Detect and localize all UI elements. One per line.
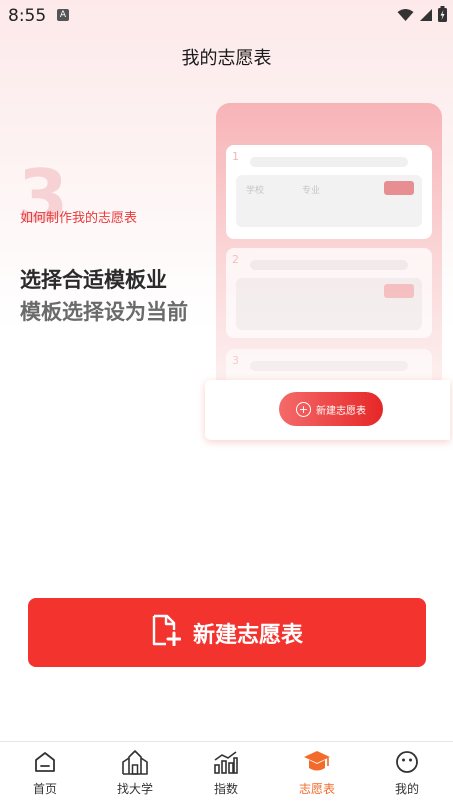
illustration-school-label: 学校 <box>246 186 265 196</box>
section-title: 如何制作我的志愿表 <box>20 211 138 226</box>
status-bar: 8:55 A <box>0 0 453 32</box>
wifi-icon <box>397 7 414 26</box>
illustration-placeholder-bar <box>250 260 408 270</box>
headline-line-1: 选择合适模板业 <box>20 268 167 292</box>
tab-wishlist[interactable]: 志愿表 <box>272 748 362 797</box>
illustration-row <box>236 278 422 330</box>
illustration-placeholder-bar <box>250 157 408 167</box>
page-title: 我的志愿表 <box>181 48 272 69</box>
chart-icon <box>181 748 271 776</box>
smiley-icon <box>362 748 452 776</box>
status-time: 8:55 <box>8 6 47 26</box>
illustration-card: 2 <box>226 248 432 338</box>
tab-find-university-label: 找大学 <box>116 782 153 796</box>
plus-circle-icon: + <box>296 401 311 417</box>
tab-index[interactable]: 指数 <box>181 748 271 797</box>
status-icons <box>397 6 447 26</box>
new-document-icon <box>151 614 182 652</box>
illustration-bottom-panel: + 新建志愿表 <box>205 380 450 440</box>
tab-mine-label: 我的 <box>394 782 419 796</box>
illustration-tag <box>384 284 414 298</box>
tab-wishlist-label: 志愿表 <box>298 782 335 796</box>
tab-mine[interactable]: 我的 <box>362 748 452 797</box>
illustration-row-number: 1 <box>232 150 239 163</box>
illustration-card: 1 学校 专业 <box>226 145 432 239</box>
notification-icon: A <box>57 9 69 21</box>
illustration-card: 3 <box>226 349 432 383</box>
illustration-new-button: + 新建志愿表 <box>279 392 383 426</box>
battery-icon <box>438 6 447 26</box>
university-icon <box>90 748 180 776</box>
illustration-row-number: 3 <box>232 354 239 367</box>
wishlist-illustration: 1 学校 专业 2 3 <box>216 103 442 383</box>
home-icon <box>0 748 90 776</box>
bottom-nav: 首页 找大学 指数 志愿表 我的 <box>0 741 453 806</box>
illustration-new-button-label: 新建志愿表 <box>316 405 366 417</box>
tab-home[interactable]: 首页 <box>0 748 90 797</box>
illustration-row-number: 2 <box>232 253 239 266</box>
new-wishlist-button-label: 新建志愿表 <box>192 622 303 648</box>
graduation-cap-icon <box>272 748 362 776</box>
illustration-row: 学校 专业 <box>236 175 422 227</box>
headline-line-2: 模板选择设为当前 <box>20 300 188 324</box>
signal-icon <box>419 7 433 26</box>
tab-index-label: 指数 <box>213 782 238 796</box>
tab-home-label: 首页 <box>32 782 57 796</box>
illustration-tag <box>384 181 414 195</box>
new-wishlist-button[interactable]: 新建志愿表 <box>28 598 426 667</box>
tab-find-university[interactable]: 找大学 <box>90 748 180 797</box>
illustration-major-label: 专业 <box>302 186 321 196</box>
illustration-placeholder-bar <box>250 361 408 371</box>
